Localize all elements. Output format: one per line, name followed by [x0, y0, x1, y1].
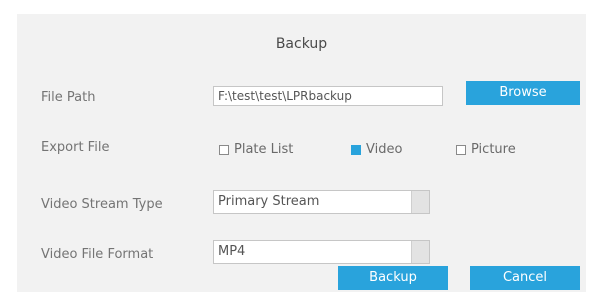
browse-button[interactable]: Browse	[466, 81, 580, 105]
picture-checkbox[interactable]: Picture	[456, 142, 516, 157]
checkbox-box[interactable]	[219, 144, 229, 155]
backup-button[interactable]: Backup	[338, 266, 448, 290]
video-file-format-label: Video File Format	[41, 247, 154, 262]
dialog-title: Backup	[275, 36, 328, 52]
picture-label: Picture	[471, 142, 516, 157]
dropdown-arrow-icon[interactable]	[411, 241, 429, 263]
video-checkbox[interactable]: Video	[351, 142, 402, 157]
file-path-input[interactable]	[213, 86, 443, 106]
backup-dialog: Backup File Path Browse Export File Plat…	[17, 14, 586, 292]
file-path-label: File Path	[41, 90, 96, 105]
checkbox-box[interactable]	[351, 144, 361, 155]
video-label: Video	[366, 142, 403, 157]
checkbox-box[interactable]	[456, 144, 466, 155]
export-file-label: Export File	[41, 140, 110, 155]
dropdown-arrow-icon[interactable]	[411, 191, 429, 213]
video-stream-type-value: Primary Stream	[218, 194, 320, 209]
plate-list-label: Plate List	[234, 142, 294, 157]
video-stream-type-select[interactable]: Primary Stream	[213, 190, 430, 214]
video-stream-type-label: Video Stream Type	[41, 197, 163, 212]
plate-list-checkbox[interactable]: Plate List	[219, 142, 293, 157]
video-file-format-select[interactable]: MP4	[213, 240, 430, 264]
cancel-button[interactable]: Cancel	[470, 266, 580, 290]
video-file-format-value: MP4	[218, 244, 246, 259]
